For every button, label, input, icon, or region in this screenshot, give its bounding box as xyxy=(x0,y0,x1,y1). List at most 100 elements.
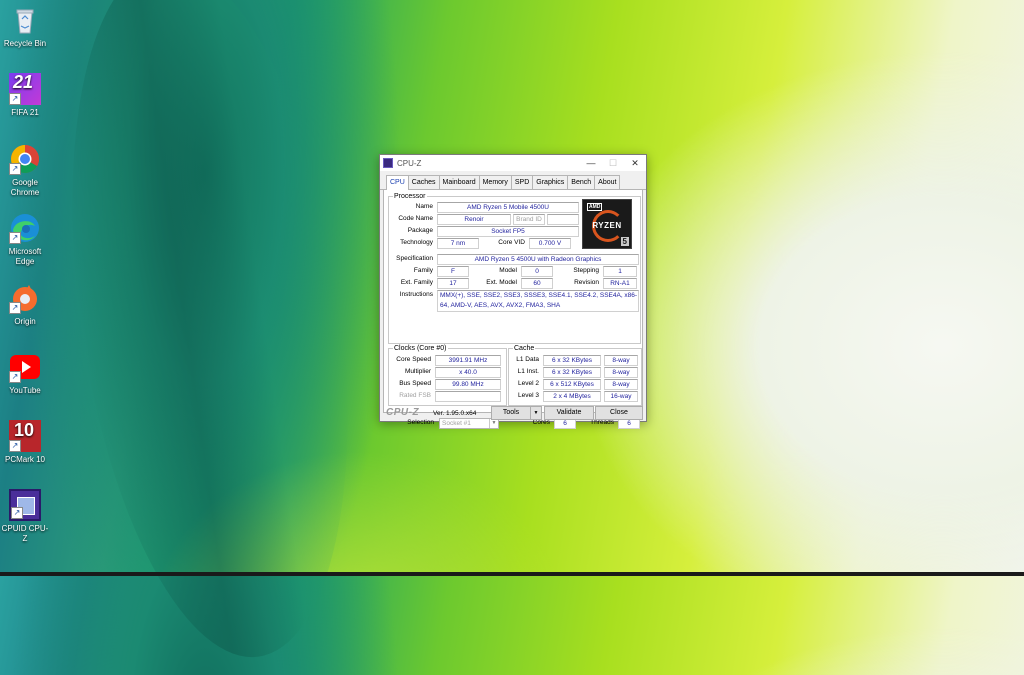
brand-id-label: Brand ID xyxy=(513,214,545,225)
desktop-icon-label: FIFA 21 xyxy=(11,108,39,117)
close-window-button[interactable]: ✕ xyxy=(624,155,646,171)
desktop-icon-label: YouTube xyxy=(9,386,41,395)
tab-mainboard[interactable]: Mainboard xyxy=(438,175,480,189)
ryzen-logo-text: RYZEN xyxy=(592,221,622,230)
cache-row-way: 16-way xyxy=(604,391,638,402)
clocks-group-label: Clocks (Core #0) xyxy=(393,344,448,353)
desktop-icon-microsoft-edge[interactable]: ↗ Microsoft Edge xyxy=(0,212,50,267)
ext-model-label: Ext. Model xyxy=(486,279,517,286)
tab-spd[interactable]: SPD xyxy=(510,175,534,189)
ext-model-value: 60 xyxy=(521,278,553,289)
tab-cpu[interactable]: CPU xyxy=(386,175,409,190)
cache-row-size: 6 x 32 KBytes xyxy=(543,367,601,378)
cache-row-label: L1 Inst. xyxy=(517,368,539,375)
cache-row-size: 2 x 4 MBytes xyxy=(543,391,601,402)
pcmark-10-icon: 10 ↗ xyxy=(9,420,41,452)
model-label: Model xyxy=(499,267,517,274)
rated-fsb-value xyxy=(435,391,501,402)
cpuz-icon: ↗ xyxy=(9,489,41,521)
youtube-icon: ↗ xyxy=(9,351,41,383)
window-footer: CPU-Z Ver. 1.95.0.x64 Tools ▼ Validate C… xyxy=(380,405,646,421)
socket-select-value: Socket #1 xyxy=(442,420,471,427)
desktop-icon-youtube[interactable]: ↗ YouTube xyxy=(0,351,50,396)
core-vid-value: 0.700 V xyxy=(529,238,571,249)
cache-group: Cache L1 Data 6 x 32 KBytes 8-way L1 Ins… xyxy=(508,344,642,406)
fifa-21-icon: 21 ↗ xyxy=(9,73,41,105)
rated-fsb-label: Rated FSB xyxy=(399,392,431,399)
bus-speed-value: 99.80 MHz xyxy=(435,379,501,390)
tab-about[interactable]: About xyxy=(594,175,621,189)
ryzen-tier-badge: 5 xyxy=(620,237,629,246)
cache-row-size: 6 x 512 KBytes xyxy=(543,379,601,390)
revision-value: RN-A1 xyxy=(603,278,637,289)
cpuz-logo: CPU-Z xyxy=(386,407,420,418)
codename-label: Code Name xyxy=(398,215,433,222)
cache-row-label: L1 Data xyxy=(516,356,539,363)
shortcut-arrow-icon: ↗ xyxy=(9,440,21,452)
processor-group-label: Processor xyxy=(393,192,427,201)
desktop-icon-fifa-21[interactable]: 21 ↗ FIFA 21 xyxy=(0,73,50,118)
ext-family-value: 17 xyxy=(437,278,469,289)
package-label: Package xyxy=(407,227,433,234)
dropdown-arrow-icon: ▼ xyxy=(533,410,539,416)
tab-bench[interactable]: Bench xyxy=(567,175,596,189)
minimize-button[interactable]: — xyxy=(580,155,602,171)
desktop-icon-label: Recycle Bin xyxy=(3,39,47,48)
tools-dropdown-button[interactable]: ▼ xyxy=(530,406,542,420)
core-speed-value: 3991.91 MHz xyxy=(435,355,501,366)
technology-label: Technology xyxy=(400,239,433,246)
name-label: Name xyxy=(415,203,433,210)
technology-value: 7 nm xyxy=(437,238,479,249)
tab-graphics[interactable]: Graphics xyxy=(532,175,569,189)
validate-button[interactable]: Validate xyxy=(544,406,594,420)
shortcut-arrow-icon: ↗ xyxy=(9,302,21,314)
cache-row-label: Level 3 xyxy=(518,392,539,399)
desktop-icon-cpuid-cpu-z[interactable]: ↗ CPUID CPU-Z xyxy=(0,489,50,544)
cache-row-way: 8-way xyxy=(604,355,638,366)
recycle-bin-icon xyxy=(9,4,41,36)
desktop-icon-origin[interactable]: ↗ Origin xyxy=(0,282,50,327)
edge-icon: ↗ xyxy=(9,212,41,244)
tab-bar: CPU Caches Mainboard Memory SPD Graphics… xyxy=(380,171,646,190)
cache-row-way: 8-way xyxy=(604,379,638,390)
tab-content-cpu: Processor Name AMD Ryzen 5 Mobile 4500U … xyxy=(383,190,643,429)
family-value: F xyxy=(437,266,469,277)
processor-group: Processor Name AMD Ryzen 5 Mobile 4500U … xyxy=(388,192,641,344)
cpuz-window: CPU-Z — ☐ ✕ CPU Caches Mainboard Memory … xyxy=(379,154,647,429)
core-speed-label: Core Speed xyxy=(396,356,431,363)
close-button[interactable]: Close xyxy=(595,406,643,420)
bus-speed-label: Bus Speed xyxy=(399,380,431,387)
window-title: CPU-Z xyxy=(397,158,422,168)
core-vid-label: Core VID xyxy=(498,239,525,246)
instructions-label: Instructions xyxy=(399,291,433,298)
desktop-icon-google-chrome[interactable]: ↗ Google Chrome xyxy=(0,143,50,198)
shortcut-arrow-icon: ↗ xyxy=(11,507,23,519)
clocks-group: Clocks (Core #0) Core Speed 3991.91 MHz … xyxy=(388,344,507,406)
instructions-value: MMX(+), SSE, SSE2, SSE3, SSSE3, SSE4.1, … xyxy=(437,290,639,312)
tab-caches[interactable]: Caches xyxy=(407,175,440,189)
desktop-icon-label: CPUID CPU-Z xyxy=(1,524,49,543)
brand-id-value xyxy=(547,214,579,225)
desktop-icon-recycle-bin[interactable]: Recycle Bin xyxy=(0,4,50,49)
desktop-icon-pcmark-10[interactable]: 10 ↗ PCMark 10 xyxy=(0,420,50,465)
pcmark-badge: 10 xyxy=(14,420,35,440)
title-bar[interactable]: CPU-Z — ☐ ✕ xyxy=(380,155,646,171)
shortcut-arrow-icon: ↗ xyxy=(9,93,21,105)
desktop-icon-label: Google Chrome xyxy=(10,178,40,197)
multiplier-value: x 40.0 xyxy=(435,367,501,378)
multiplier-label: Multiplier xyxy=(404,368,431,375)
chrome-icon: ↗ xyxy=(9,143,41,175)
cache-row-size: 6 x 32 KBytes xyxy=(543,355,601,366)
stepping-label: Stepping xyxy=(573,267,599,274)
package-value: Socket FP5 xyxy=(437,226,579,237)
specification-value: AMD Ryzen 5 4500U with Radeon Graphics xyxy=(437,254,639,265)
tools-button[interactable]: Tools xyxy=(491,406,531,420)
origin-icon: ↗ xyxy=(9,282,41,314)
maximize-button[interactable]: ☐ xyxy=(602,155,624,171)
stepping-value: 1 xyxy=(603,266,637,277)
model-value: 0 xyxy=(521,266,553,277)
desktop-icon-label: Microsoft Edge xyxy=(8,247,42,266)
ext-family-label: Ext. Family xyxy=(400,279,433,286)
tab-memory[interactable]: Memory xyxy=(478,175,512,189)
shortcut-arrow-icon: ↗ xyxy=(9,232,21,244)
